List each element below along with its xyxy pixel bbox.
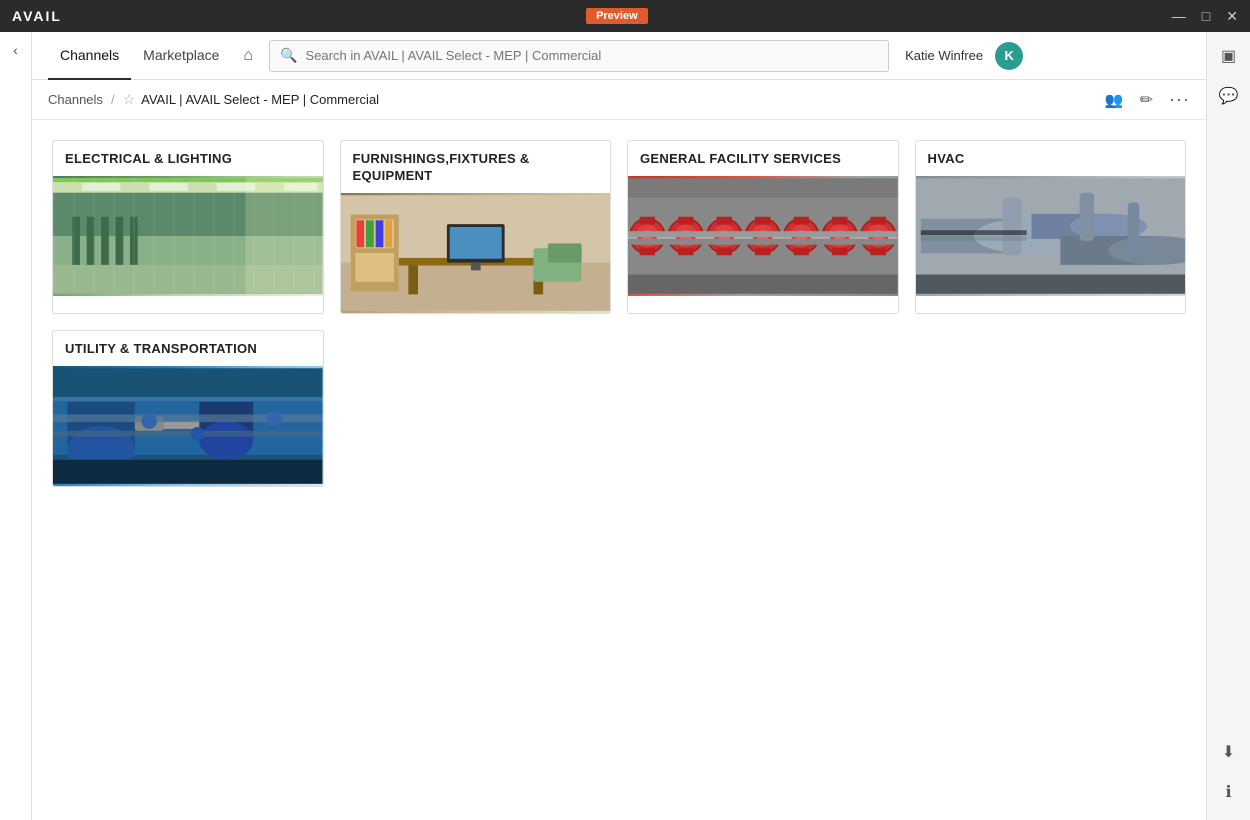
breadcrumb-title: AVAIL | AVAIL Select - MEP | Commercial — [141, 92, 379, 107]
chat-icon[interactable]: 💬 — [1213, 80, 1245, 112]
tab-channels[interactable]: Channels — [48, 32, 131, 80]
layout-icon[interactable]: ▣ — [1213, 40, 1245, 72]
user-avatar[interactable]: K — [995, 42, 1023, 70]
search-box[interactable]: 🔍 — [269, 40, 889, 72]
nav-bar: Channels Marketplace ⌂ 🔍 Katie Winfree K — [32, 32, 1206, 80]
left-sidebar-toggle: ‹ — [0, 32, 32, 820]
tab-marketplace[interactable]: Marketplace — [131, 32, 231, 80]
app-layout: ‹ Channels Marketplace ⌂ 🔍 Katie Winfree — [0, 32, 1250, 820]
search-icon: 🔍 — [280, 47, 297, 64]
category-grid: ELECTRICAL & LIGHTING — [52, 140, 1186, 487]
category-card-furnishings[interactable]: FURNISHINGS,FIXTURES & EQUIPMENT — [340, 140, 612, 314]
minimize-button[interactable]: — — [1172, 8, 1186, 24]
category-image-furnishings — [341, 193, 611, 313]
category-card-electrical[interactable]: ELECTRICAL & LIGHTING — [52, 140, 324, 314]
toggle-icon[interactable]: ‹ — [13, 42, 18, 58]
category-image-facility — [628, 176, 898, 296]
category-title-hvac: HVAC — [916, 141, 1186, 176]
breadcrumb-root[interactable]: Channels — [48, 92, 103, 107]
breadcrumb-bar: Channels / ☆ AVAIL | AVAIL Select - MEP … — [32, 80, 1206, 120]
maximize-button[interactable]: □ — [1202, 8, 1210, 24]
close-button[interactable]: ✕ — [1226, 8, 1238, 25]
nav-right: Katie Winfree K — [905, 32, 1031, 79]
category-image-electrical — [53, 176, 323, 296]
app-logo: AVAIL — [12, 8, 62, 24]
user-name: Katie Winfree — [905, 48, 983, 63]
category-image-utility — [53, 366, 323, 486]
info-icon[interactable]: ℹ — [1213, 776, 1245, 808]
category-title-electrical: ELECTRICAL & LIGHTING — [53, 141, 323, 176]
right-sidebar: ▣ 💬 ⬇ ℹ — [1206, 32, 1250, 820]
category-card-utility[interactable]: UTILITY & TRANSPORTATION — [52, 330, 324, 487]
main-content: Channels Marketplace ⌂ 🔍 Katie Winfree K — [32, 32, 1206, 820]
edit-icon[interactable]: ✏ — [1140, 90, 1153, 110]
download-icon[interactable]: ⬇ — [1213, 736, 1245, 768]
preview-badge: Preview — [586, 8, 648, 24]
category-title-furnishings: FURNISHINGS,FIXTURES & EQUIPMENT — [341, 141, 611, 193]
more-options-icon[interactable]: ··· — [1169, 89, 1190, 110]
search-container: 🔍 — [269, 38, 889, 73]
category-image-hvac — [916, 176, 1186, 296]
users-icon[interactable]: 👥 — [1105, 91, 1124, 109]
home-icon[interactable]: ⌂ — [243, 47, 253, 65]
star-icon[interactable]: ☆ — [123, 91, 136, 108]
title-bar: AVAIL Preview — □ ✕ — [0, 0, 1250, 32]
category-title-facility: GENERAL FACILITY SERVICES — [628, 141, 898, 176]
right-sidebar-bottom: ⬇ ℹ — [1213, 736, 1245, 808]
content-area: ELECTRICAL & LIGHTING — [32, 120, 1206, 820]
window-controls: — □ ✕ — [1172, 8, 1238, 25]
category-card-hvac[interactable]: HVAC — [915, 140, 1187, 314]
breadcrumb-actions: 👥 ✏ ··· — [1105, 89, 1190, 110]
breadcrumb-separator: / — [111, 92, 115, 107]
category-card-facility[interactable]: GENERAL FACILITY SERVICES — [627, 140, 899, 314]
category-title-utility: UTILITY & TRANSPORTATION — [53, 331, 323, 366]
search-input[interactable] — [306, 48, 879, 63]
